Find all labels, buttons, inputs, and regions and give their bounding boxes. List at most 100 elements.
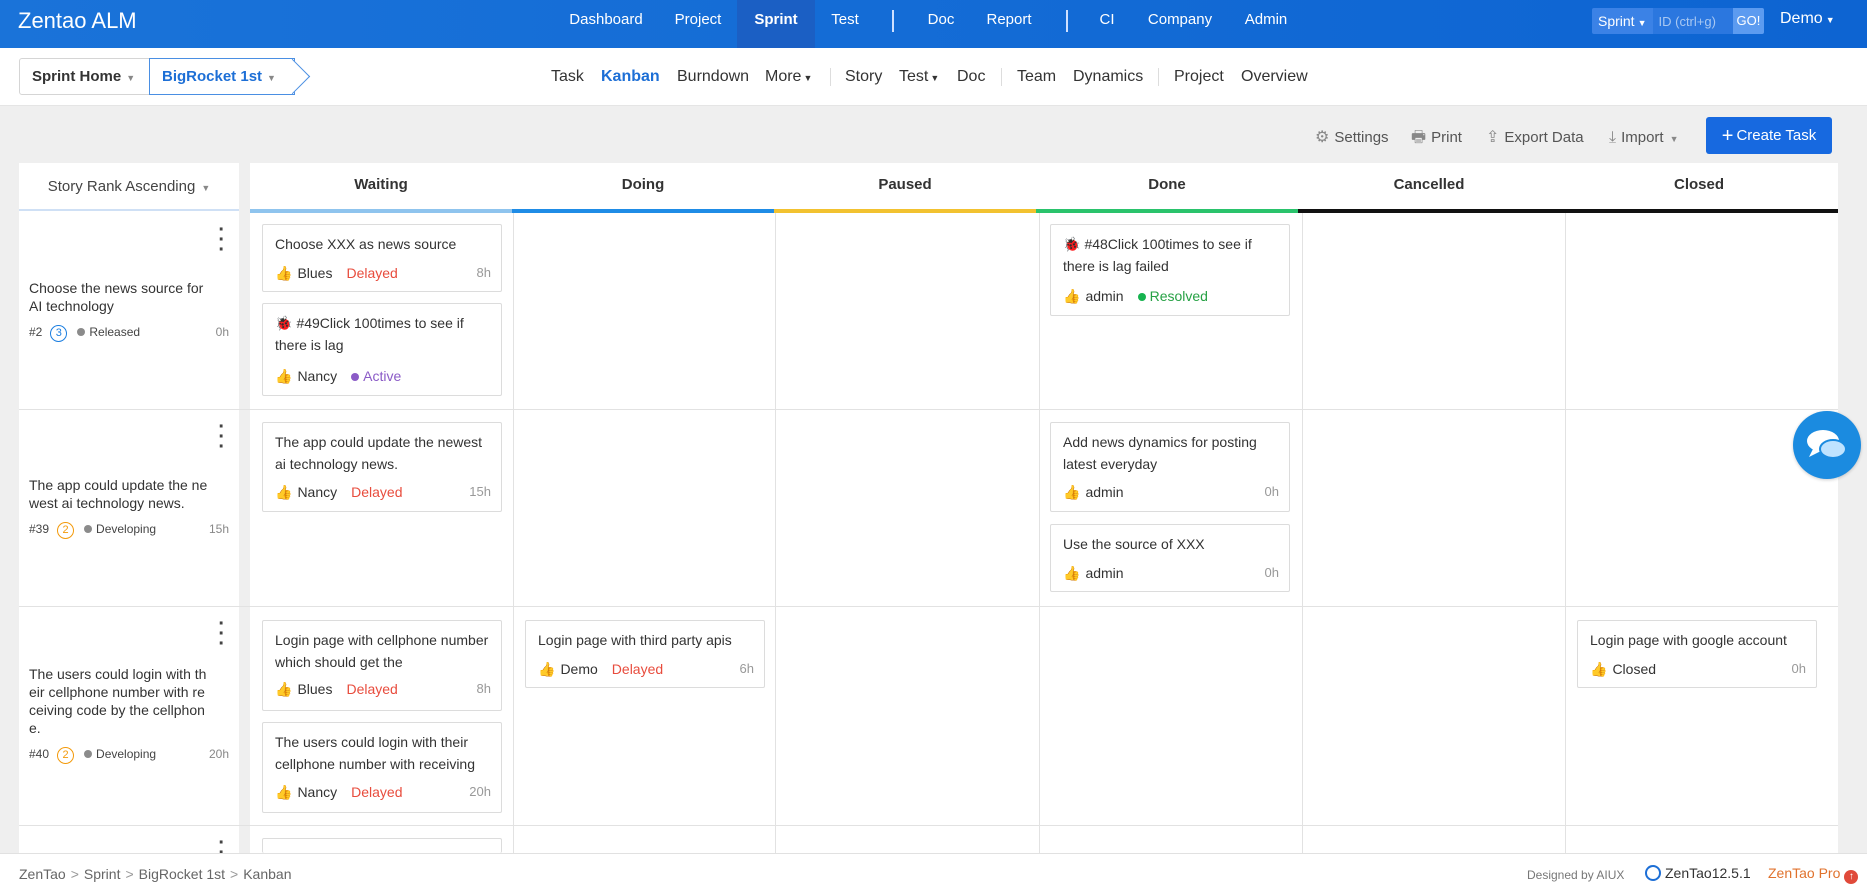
column-header-paused: Paused: [774, 163, 1036, 213]
card-status: Delayed: [351, 484, 403, 500]
subnav-more[interactable]: More ▼: [765, 48, 812, 106]
card-hours: 0h: [1791, 661, 1806, 676]
status-dot: [84, 750, 93, 758]
task-card[interactable]: The app could update the newest ai techn…: [262, 422, 502, 512]
task-card[interactable]: The users could login with their cellpho…: [262, 722, 502, 813]
story-sort-dropdown[interactable]: Story Rank Ascending ▼: [19, 163, 239, 211]
priority-badge: 2: [57, 522, 75, 539]
nav-separator: [1066, 10, 1068, 32]
card-assignee: Closed: [1612, 661, 1657, 677]
nav-admin[interactable]: Admin: [1238, 0, 1294, 48]
lane-divider: [19, 409, 1838, 410]
card-title: Choose XXX as news source: [275, 236, 457, 252]
search-input[interactable]: [1652, 8, 1733, 34]
more-vertical-icon[interactable]: · · ·: [218, 614, 225, 654]
sprint-select-dropdown[interactable]: BigRocket 1st ▼: [149, 58, 295, 95]
nav-ci[interactable]: CI: [1092, 0, 1122, 48]
import-icon: ⤓: [1609, 129, 1617, 146]
subnav-task[interactable]: Task: [551, 48, 584, 106]
lane-divider: [19, 825, 1838, 826]
assignee-icon: 👍: [275, 265, 293, 281]
card-status: Delayed: [346, 265, 398, 281]
subnav-burndown[interactable]: Burndown: [677, 48, 749, 106]
bug-card[interactable]: 🐞 #48Click 100times to see if there is la…: [1050, 224, 1290, 316]
app-title[interactable]: Zentao ALM: [18, 8, 137, 34]
version-link[interactable]: ZenTao12.5.1: [1645, 865, 1751, 881]
user-menu[interactable]: Demo ▼: [1780, 10, 1835, 28]
chevron-down-icon: ▼: [267, 73, 276, 83]
nav-dashboard[interactable]: Dashboard: [561, 0, 651, 48]
export-data-button[interactable]: ⇪ Export Data: [1486, 125, 1584, 151]
task-card[interactable]: [262, 838, 502, 853]
subnav-overview[interactable]: Overview: [1241, 48, 1308, 106]
sub-header: Sprint Home ▼ BigRocket 1st ▼ Task Kanban …: [0, 48, 1867, 106]
subnav-dynamics[interactable]: Dynamics: [1073, 48, 1143, 106]
subnav-kanban[interactable]: Kanban: [601, 48, 660, 106]
assignee-icon: 👍: [275, 368, 293, 384]
card-title: Use the source of XXX: [1063, 536, 1205, 552]
sprint-home-dropdown[interactable]: Sprint Home ▼: [19, 58, 155, 95]
story-title[interactable]: Choose the news source for AI technology: [29, 279, 211, 315]
card-hours: 8h: [476, 265, 491, 280]
global-search: Sprint▼ GO!: [1592, 8, 1765, 34]
upgrade-icon: ↑: [1844, 870, 1859, 884]
import-dropdown[interactable]: ⤓ Import ▼: [1609, 125, 1679, 151]
footer-crumb-zentao[interactable]: ZenTao: [19, 866, 66, 882]
subnav-story[interactable]: Story: [845, 48, 882, 106]
story-status: Developing: [96, 747, 157, 761]
gear-icon: ⚙: [1315, 129, 1330, 146]
card-title: The app could update the newest ai techn…: [275, 434, 483, 472]
story-lane: · · · The app could update the newest ai t…: [19, 410, 239, 606]
nav-report[interactable]: Report: [978, 0, 1040, 48]
subnav-test[interactable]: Test ▼: [899, 48, 939, 106]
nav-sprint[interactable]: Sprint: [737, 0, 815, 48]
footer-crumb-bigrocket[interactable]: BigRocket 1st: [139, 866, 225, 882]
plus-icon: +: [1721, 125, 1734, 147]
story-title[interactable]: The users could login with their cellpho…: [29, 665, 211, 737]
more-vertical-icon[interactable]: · · ·: [218, 220, 225, 260]
create-task-button[interactable]: + Create Task: [1706, 117, 1832, 154]
chevron-down-icon: ▼: [201, 183, 211, 193]
task-card[interactable]: Login page with google account 👍 Closed 0…: [1577, 620, 1817, 688]
nav-test[interactable]: Test: [816, 0, 874, 48]
print-button[interactable]: 🖶 Print: [1411, 125, 1462, 151]
settings-button[interactable]: ⚙ Settings: [1315, 125, 1389, 151]
subnav-team[interactable]: Team: [1017, 48, 1056, 106]
subnav-doc[interactable]: Doc: [957, 48, 985, 106]
task-card[interactable]: Choose XXX as news source 👍 Blues Delayed …: [262, 224, 502, 292]
column-divider: [1565, 213, 1566, 853]
task-card[interactable]: Use the source of XXX 👍 admin 0h: [1050, 524, 1290, 592]
search-go-button[interactable]: GO!: [1732, 8, 1765, 34]
nav-project[interactable]: Project: [662, 0, 734, 48]
column-header-waiting: Waiting: [250, 163, 512, 213]
assignee-icon: 👍: [275, 484, 293, 500]
assignee-icon: 👍: [275, 681, 293, 697]
story-title[interactable]: The app could update the newest ai techn…: [29, 476, 211, 512]
more-vertical-icon[interactable]: · · ·: [218, 417, 225, 457]
search-type-select[interactable]: Sprint ▼: [1592, 8, 1653, 34]
task-card[interactable]: Login page with cellphone number which s…: [262, 620, 502, 711]
more-vertical-icon[interactable]: · ·: [218, 833, 225, 853]
story-id: #39: [29, 522, 50, 536]
column-divider: [1039, 213, 1040, 853]
card-assignee: admin: [1085, 288, 1124, 304]
chevron-down-icon: ▼: [126, 73, 136, 83]
subnav-project[interactable]: Project: [1174, 48, 1224, 106]
task-card[interactable]: Login page with third party apis 👍 Demo De…: [525, 620, 765, 688]
nav-company[interactable]: Company: [1140, 0, 1220, 48]
card-assignee: Demo: [560, 661, 598, 677]
card-hours: 6h: [739, 661, 754, 676]
bug-card[interactable]: 🐞 #49Click 100times to see if there is la…: [262, 303, 502, 396]
task-card[interactable]: Add news dynamics for posting latest eve…: [1050, 422, 1290, 512]
story-status: Released: [89, 325, 141, 339]
card-title: Login page with third party apis: [538, 632, 732, 648]
footer-crumb-sprint[interactable]: Sprint: [84, 866, 121, 882]
card-hours: 20h: [469, 784, 491, 799]
card-footer: 👍 admin 0h: [1063, 482, 1279, 502]
nav-doc[interactable]: Doc: [916, 0, 966, 48]
chat-button[interactable]: [1793, 411, 1861, 479]
card-footer: 👍 admin 0h: [1063, 563, 1279, 583]
card-footer: 👍 Nancy Delayed 15h: [275, 482, 491, 502]
footer-crumb-kanban: Kanban: [243, 866, 292, 882]
zentao-pro-link[interactable]: ZenTao Pro ↑: [1768, 865, 1859, 884]
